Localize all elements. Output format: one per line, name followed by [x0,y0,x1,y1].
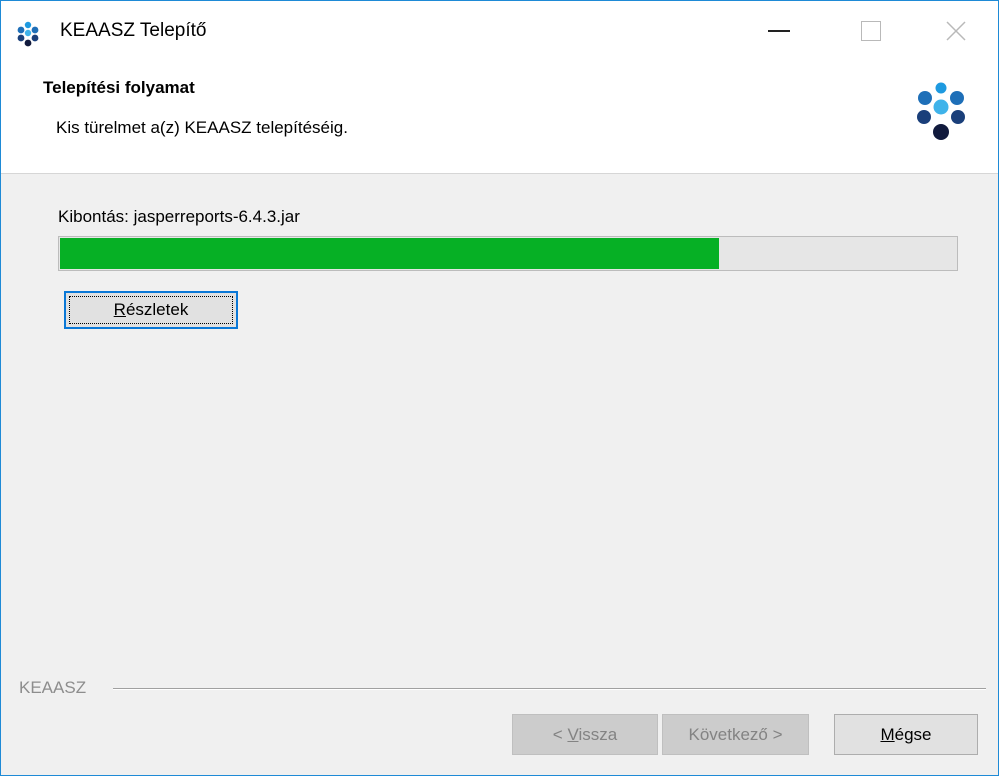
footer-divider [113,688,986,690]
details-button-label: Részletek [113,300,189,319]
title-bar[interactable]: KEAASZ Telepítő [1,1,998,61]
next-button-label: Következő > [688,724,783,744]
details-button[interactable]: Részletek [64,291,238,329]
cancel-button-label: Mégse [880,724,932,744]
next-button[interactable]: Következő > [662,714,809,755]
wizard-header: Telepítési folyamat Kis türelmet a(z) KE… [1,61,998,174]
page-subtitle: Kis türelmet a(z) KEAASZ telepítéséig. [56,118,348,137]
progress-bar [58,236,958,271]
progress-status: Kibontás: jasperreports-6.4.3.jar [58,207,300,226]
maximize-icon [861,21,881,41]
installer-window: KEAASZ Telepítő Telepítési folyamat Kis … [0,0,999,776]
keaasz-logo-icon [917,82,965,140]
back-button[interactable]: < Vissza [512,714,658,755]
progress-fill [60,238,719,269]
minimize-icon [768,30,790,32]
close-icon [946,21,966,41]
maximize-button[interactable] [825,1,917,61]
cancel-button[interactable]: Mégse [834,714,978,755]
footer-brand: KEAASZ [19,678,87,697]
close-button[interactable] [910,1,999,61]
minimize-button[interactable] [733,1,825,61]
page-title: Telepítési folyamat [43,78,195,97]
window-title: KEAASZ Telepítő [60,20,207,41]
back-button-label: < Vissza [552,724,618,744]
keaasz-logo-icon [17,21,39,47]
